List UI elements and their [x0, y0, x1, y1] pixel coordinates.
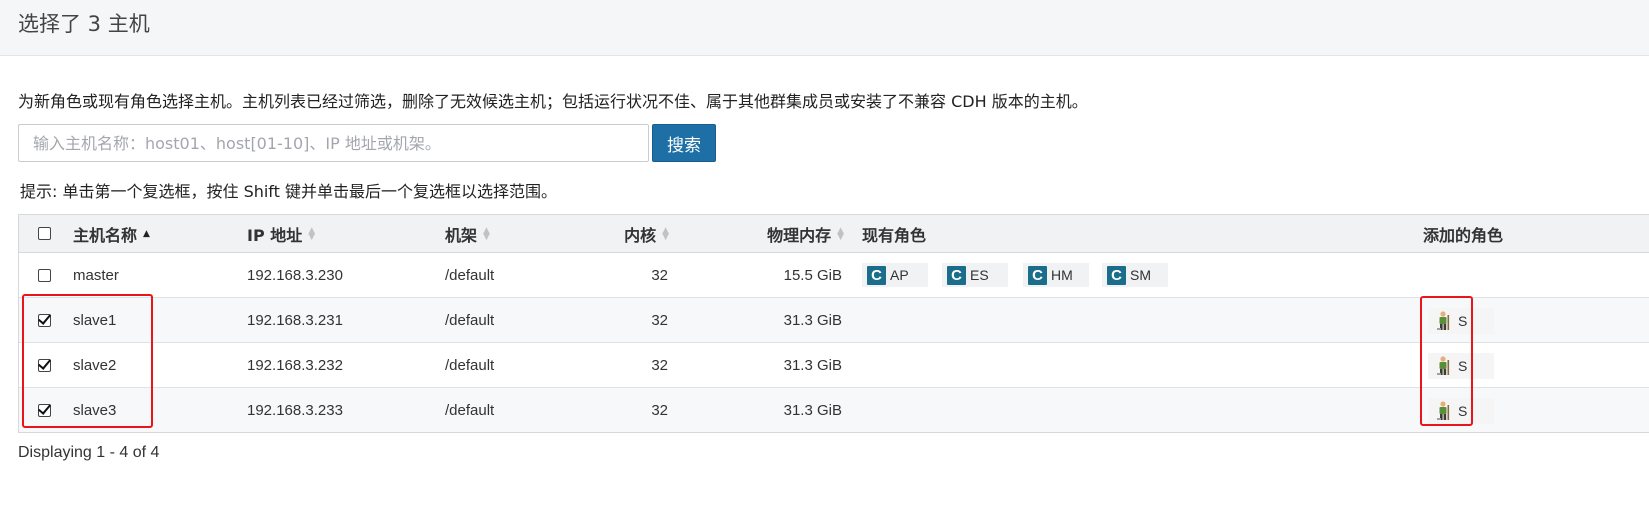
pagination-status: Displaying 1 - 4 of 4 [18, 444, 160, 461]
column-added-roles-label: 添加的角色 [1423, 225, 1504, 245]
page-header: 选择了 3 主机 [0, 0, 1649, 56]
rack-cell: /default [445, 311, 495, 329]
sort-icon: ▲ ▼ [837, 225, 844, 242]
role-label: S [1458, 358, 1468, 374]
table-row[interactable]: slave1 192.168.3.231 /default 32 31.3 Gi… [19, 298, 1649, 343]
select-all-cell [38, 215, 51, 252]
role-label: AP [890, 267, 909, 283]
memory-cell: 31.3 GiB [783, 311, 842, 329]
added-role-chip[interactable]: S [1428, 353, 1494, 379]
sort-icon: ▲ ▼ [308, 225, 316, 242]
worker-icon [1437, 311, 1450, 330]
role-label: HM [1051, 267, 1073, 283]
row-select-cell [38, 298, 51, 342]
added-role-chip[interactable]: S [1428, 398, 1494, 424]
memory-cell: 31.3 GiB [783, 356, 842, 374]
row-checkbox[interactable] [38, 313, 51, 327]
role-label: SM [1130, 267, 1151, 283]
cores-cell: 32 [651, 356, 668, 374]
column-header-memory[interactable]: 物理内存 ▲ ▼ [719, 215, 844, 252]
sort-icon: ▲ ▼ [662, 225, 669, 242]
rack-cell: /default [445, 401, 495, 419]
row-checkbox[interactable] [38, 358, 51, 372]
hostname-cell: slave2 [73, 356, 117, 374]
table-header-row: 主机名称 ▲ IP 地址 ▲ ▼ 机架 ▲ ▼ 内核 ▲ ▼ 物理内存 ▲ ▼ 现有角色… [19, 215, 1649, 253]
column-ip-label: IP 地址 [247, 225, 303, 245]
ip-cell: 192.168.3.233 [247, 401, 343, 419]
hostname-cell: master [73, 266, 119, 284]
added-role-chip[interactable]: S [1428, 308, 1494, 334]
rack-cell: /default [445, 266, 495, 284]
worker-icon [1437, 356, 1450, 375]
ip-cell: 192.168.3.230 [247, 266, 343, 284]
existing-role-chip[interactable]: C HM [1023, 263, 1089, 287]
cloudera-c-icon: C [1107, 265, 1126, 285]
column-header-existing-roles: 现有角色 [862, 215, 926, 252]
search-button[interactable]: 搜索 [652, 124, 716, 162]
row-select-cell [38, 388, 51, 432]
column-header-hostname[interactable]: 主机名称 ▲ [73, 215, 150, 252]
column-existing-roles-label: 现有角色 [862, 225, 927, 245]
sort-icon: ▲ ▼ [483, 225, 490, 242]
existing-role-chip[interactable]: C AP [862, 263, 928, 287]
rack-cell: /default [445, 356, 495, 374]
hosts-table: 主机名称 ▲ IP 地址 ▲ ▼ 机架 ▲ ▼ 内核 ▲ ▼ 物理内存 ▲ ▼ 现有角色… [18, 214, 1649, 433]
hostname-cell: slave3 [73, 401, 117, 419]
column-header-ip[interactable]: IP 地址 ▲ ▼ [247, 215, 315, 252]
existing-role-chip[interactable]: C SM [1102, 263, 1168, 287]
cores-cell: 32 [651, 311, 668, 329]
column-header-rack[interactable]: 机架 ▲ ▼ [445, 215, 490, 252]
memory-cell: 15.5 GiB [783, 266, 842, 284]
ip-cell: 192.168.3.231 [247, 311, 343, 329]
cores-cell: 32 [651, 266, 668, 284]
column-header-added-roles: 添加的角色 [1423, 215, 1503, 252]
page-title: 选择了 3 主机 [18, 12, 150, 36]
row-select-cell [38, 253, 51, 297]
column-memory-label: 物理内存 [767, 225, 832, 245]
column-cores-label: 内核 [624, 225, 657, 245]
ip-cell: 192.168.3.232 [247, 356, 343, 374]
cloudera-c-icon: C [1028, 265, 1047, 285]
table-row[interactable]: slave3 192.168.3.233 /default 32 31.3 Gi… [19, 388, 1649, 432]
column-rack-label: 机架 [445, 225, 478, 245]
description-text: 为新角色或现有角色选择主机。主机列表已经过筛选，删除了无效候选主机；包括运行状况… [18, 92, 1088, 111]
row-checkbox[interactable] [38, 268, 51, 282]
existing-role-chip[interactable]: C ES [942, 263, 1008, 287]
select-all-checkbox[interactable] [38, 227, 51, 240]
cores-cell: 32 [651, 401, 668, 419]
sort-asc-icon: ▲ [143, 228, 150, 239]
hostname-cell: slave1 [73, 311, 117, 329]
worker-icon [1437, 401, 1450, 420]
column-hostname-label: 主机名称 [73, 225, 138, 245]
role-label: ES [970, 267, 989, 283]
role-label: S [1458, 313, 1468, 329]
table-row[interactable]: master 192.168.3.230 /default 32 15.5 Gi… [19, 253, 1649, 298]
column-header-cores[interactable]: 内核 ▲ ▼ [579, 215, 669, 252]
cloudera-c-icon: C [947, 265, 966, 285]
row-checkbox[interactable] [38, 403, 51, 417]
table-row[interactable]: slave2 192.168.3.232 /default 32 31.3 Gi… [19, 343, 1649, 388]
host-search-input[interactable] [18, 124, 649, 162]
row-select-cell [38, 343, 51, 387]
hint-text: 提示: 单击第一个复选框，按住 Shift 键并单击最后一个复选框以选择范围。 [20, 182, 558, 201]
cloudera-c-icon: C [867, 265, 886, 285]
memory-cell: 31.3 GiB [783, 401, 842, 419]
role-label: S [1458, 403, 1468, 419]
